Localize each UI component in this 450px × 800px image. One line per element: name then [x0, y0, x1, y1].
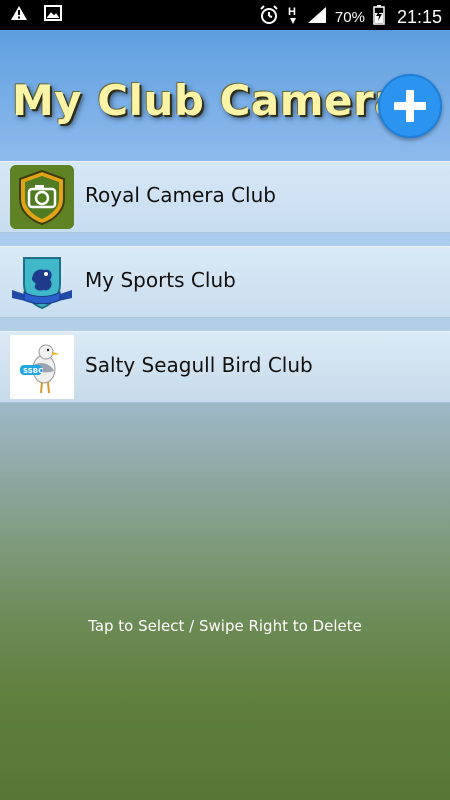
alarm-icon — [259, 5, 279, 30]
svg-text:SSBC: SSBC — [23, 367, 43, 375]
image-icon — [44, 5, 62, 26]
data-h-icon: H — [287, 4, 299, 31]
club-item-salty-seagull-bird-club[interactable]: SSBC Salty Seagull Bird Club — [0, 331, 450, 403]
club-name: Royal Camera Club — [85, 183, 276, 207]
camera-shield-logo — [10, 165, 74, 229]
lion-crest-logo — [10, 250, 74, 314]
battery-charging-icon — [373, 5, 385, 30]
club-item-royal-camera-club[interactable]: Royal Camera Club — [0, 161, 450, 233]
seagull-logo: SSBC — [10, 335, 74, 399]
svg-text:H: H — [288, 6, 296, 18]
battery-percent: 70% — [334, 9, 365, 26]
app-title: My Club Camera — [12, 76, 404, 125]
status-bar: H 70% 21:15 — [0, 0, 450, 30]
clock: 21:15 — [396, 7, 442, 27]
instruction-hint: Tap to Select / Swipe Right to Delete — [88, 617, 362, 635]
add-club-button[interactable] — [378, 74, 442, 138]
signal-icon — [307, 6, 327, 29]
club-name: My Sports Club — [85, 268, 236, 292]
club-name: Salty Seagull Bird Club — [85, 353, 313, 377]
plus-icon — [394, 90, 426, 122]
club-item-my-sports-club[interactable]: My Sports Club — [0, 246, 450, 318]
warning-icon — [10, 5, 28, 26]
